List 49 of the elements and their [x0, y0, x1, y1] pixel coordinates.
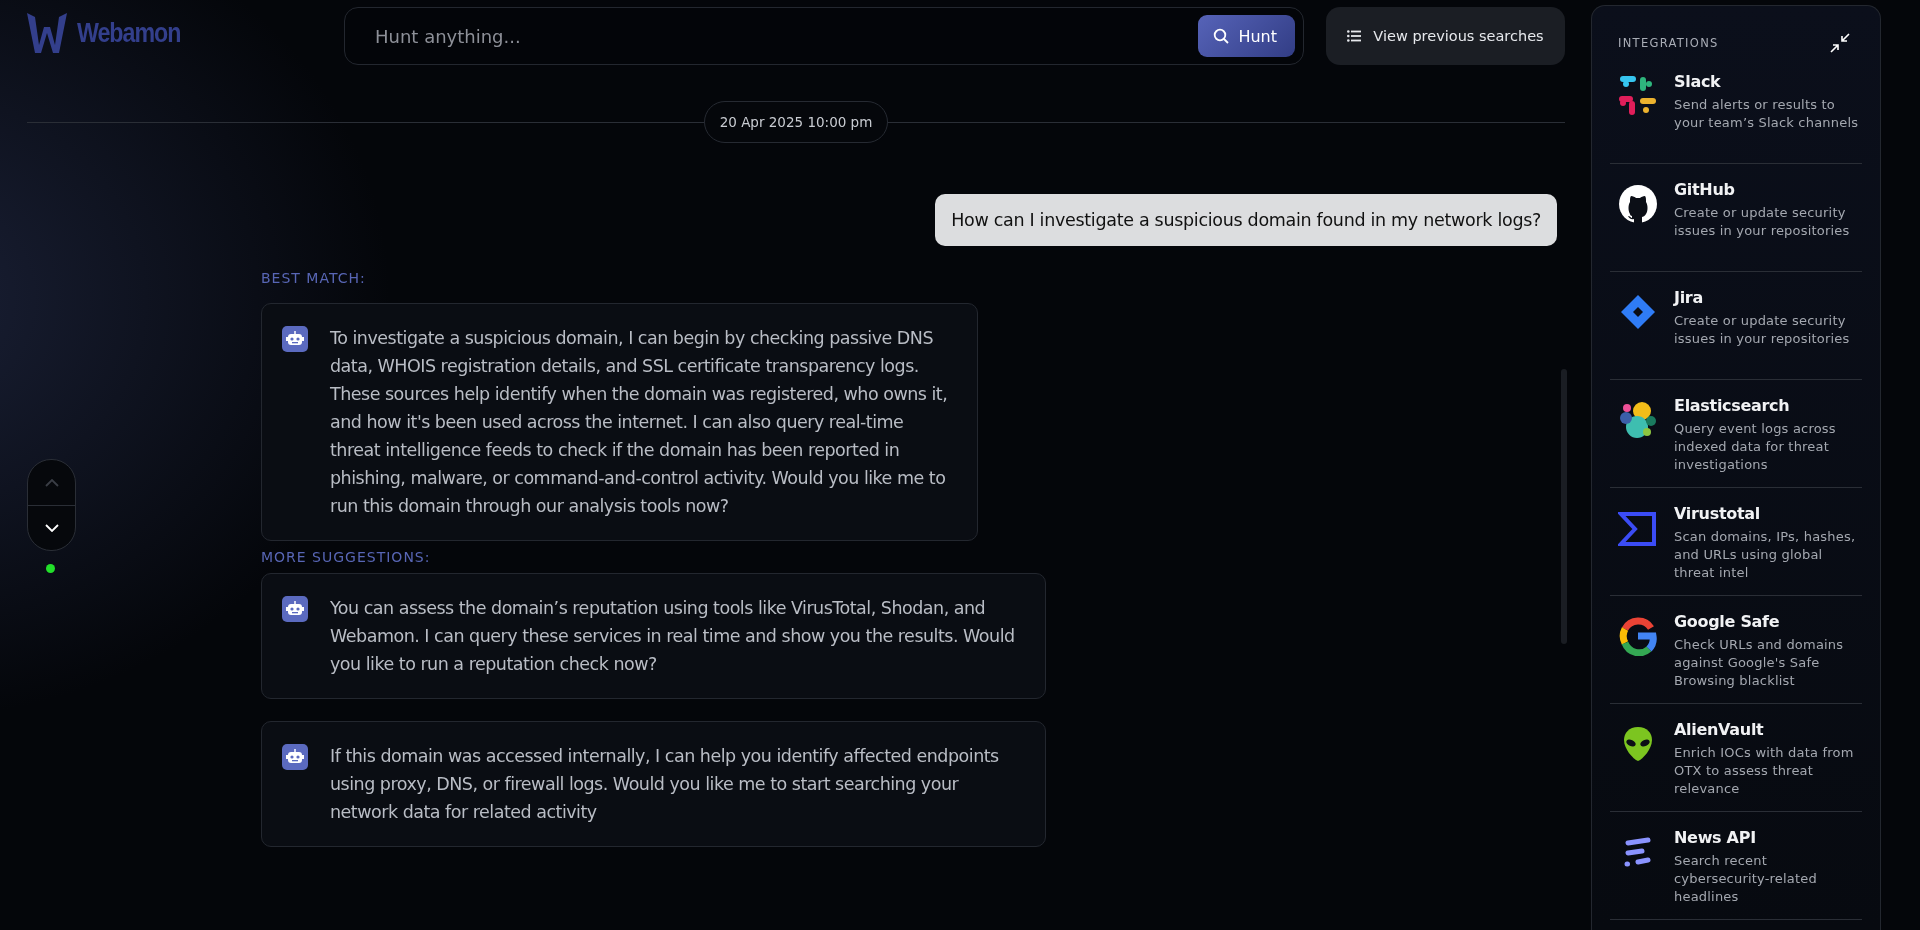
section-heading: MORE SUGGESTIONS:: [261, 549, 432, 565]
logo-text: Webamon: [77, 17, 181, 49]
user-message: How can I investigate a suspicious domain found in my network logs?: [935, 194, 1557, 246]
robot-icon: [282, 596, 308, 622]
integration-name: Google Safe: [1674, 612, 1781, 631]
integration-item[interactable]: AlienVault Enrich IOCs with data from OTX to assess threat relevance: [1610, 704, 1862, 812]
search-field[interactable]: Hunt anything... Hunt: [344, 7, 1304, 65]
integration-item[interactable]: Elasticsearch Query event logs across indexed data for threat investigations: [1610, 380, 1862, 488]
integration-item[interactable]: News API Search recent cybersecurity-related headlines: [1610, 812, 1862, 920]
panel-title: INTEGRATIONS: [1618, 36, 1719, 50]
g-logo-icon: [1618, 616, 1658, 656]
date-label: 20 Apr 2025 10:00 pm: [703, 101, 889, 143]
integration-description: Enrich IOCs with data from OTX to assess threat relevance: [1674, 744, 1855, 798]
integration-name: Elasticsearch: [1674, 396, 1791, 415]
list-icon: [1347, 30, 1362, 42]
integration-item[interactable]: GitHub Create or update security issues in your repositories: [1610, 164, 1862, 272]
chevron-up-icon: [44, 478, 59, 487]
colored-blobs-icon: [1618, 400, 1658, 440]
collapse-icon[interactable]: [1830, 33, 1850, 53]
integration-description: Create or update security issues in your repositories: [1674, 204, 1851, 240]
integration-description: Query event logs across indexed data for threat investigations: [1674, 420, 1837, 474]
robot-icon: [282, 744, 308, 770]
answer-text: To investigate a suspicious domain, I can begin by checking passive DNS data, WHOIS registration details, and SSL certificate transparency logs. These sources help identify when the domain was registered, who owns it, and how it's been used across the internet. I can also query real-time threat intelligence feeds to check if the domain has been reported in phishing, malware, or command-and-control activity. Would you like me to run this domain through our analysis tools now?: [330, 327, 949, 518]
integration-name: Virustotal: [1674, 504, 1761, 523]
integration-description: Send alerts or results to your team’s Slack channels: [1674, 96, 1860, 132]
search-icon: [1213, 28, 1230, 44]
integration-item[interactable]: Google Safe Check URLs and domains against Google's Safe Browsing blacklist: [1610, 596, 1862, 704]
integration-description: Scan domains, IPs, hashes, and URLs using global threat intel: [1674, 528, 1857, 582]
chevron-down-icon: [44, 524, 59, 532]
integration-name: GitHub: [1674, 180, 1736, 199]
section-heading: BEST MATCH:: [261, 270, 367, 286]
integration-name: AlienVault: [1674, 720, 1765, 739]
robot-icon: [282, 326, 308, 352]
integration-name: News API: [1674, 828, 1757, 847]
previous-searches-button[interactable]: View previous searches: [1326, 7, 1565, 65]
cat-logo-icon: [1618, 184, 1658, 224]
integration-description: Create or update security issues in your repositories: [1674, 312, 1851, 348]
scrollbar[interactable]: [1561, 369, 1567, 644]
integration-name: Jira: [1674, 288, 1704, 307]
integration-item[interactable]: Slack Send alerts or results to your team’s Slack channels: [1610, 56, 1862, 164]
integration-description: Check URLs and domains against Google's Safe Browsing blacklist: [1674, 636, 1845, 690]
hunt-button[interactable]: Hunt: [1198, 15, 1295, 57]
integration-item[interactable]: Jira Create or update security issues in your repositories: [1610, 272, 1862, 380]
answer-text: If this domain was accessed internally, I can help you identify affected endpoints using proxy, DNS, or firewall logs. Would you like me to start searching your network data for related activity: [330, 745, 1000, 824]
integration-name: Slack: [1674, 72, 1722, 91]
integration-description: Search recent cybersecurity-related headlines: [1674, 852, 1818, 906]
integration-item[interactable]: Virustotal Scan domains, IPs, hashes, and URLs using global threat intel: [1610, 488, 1862, 596]
hash-logo-icon: [1618, 76, 1658, 116]
answer-text: You can assess the domain’s reputation using tools like VirusTotal, Shodan, and Webamon. I can query these services in real time and show you the results. Would you like to run a reputation check now?: [330, 597, 1016, 676]
